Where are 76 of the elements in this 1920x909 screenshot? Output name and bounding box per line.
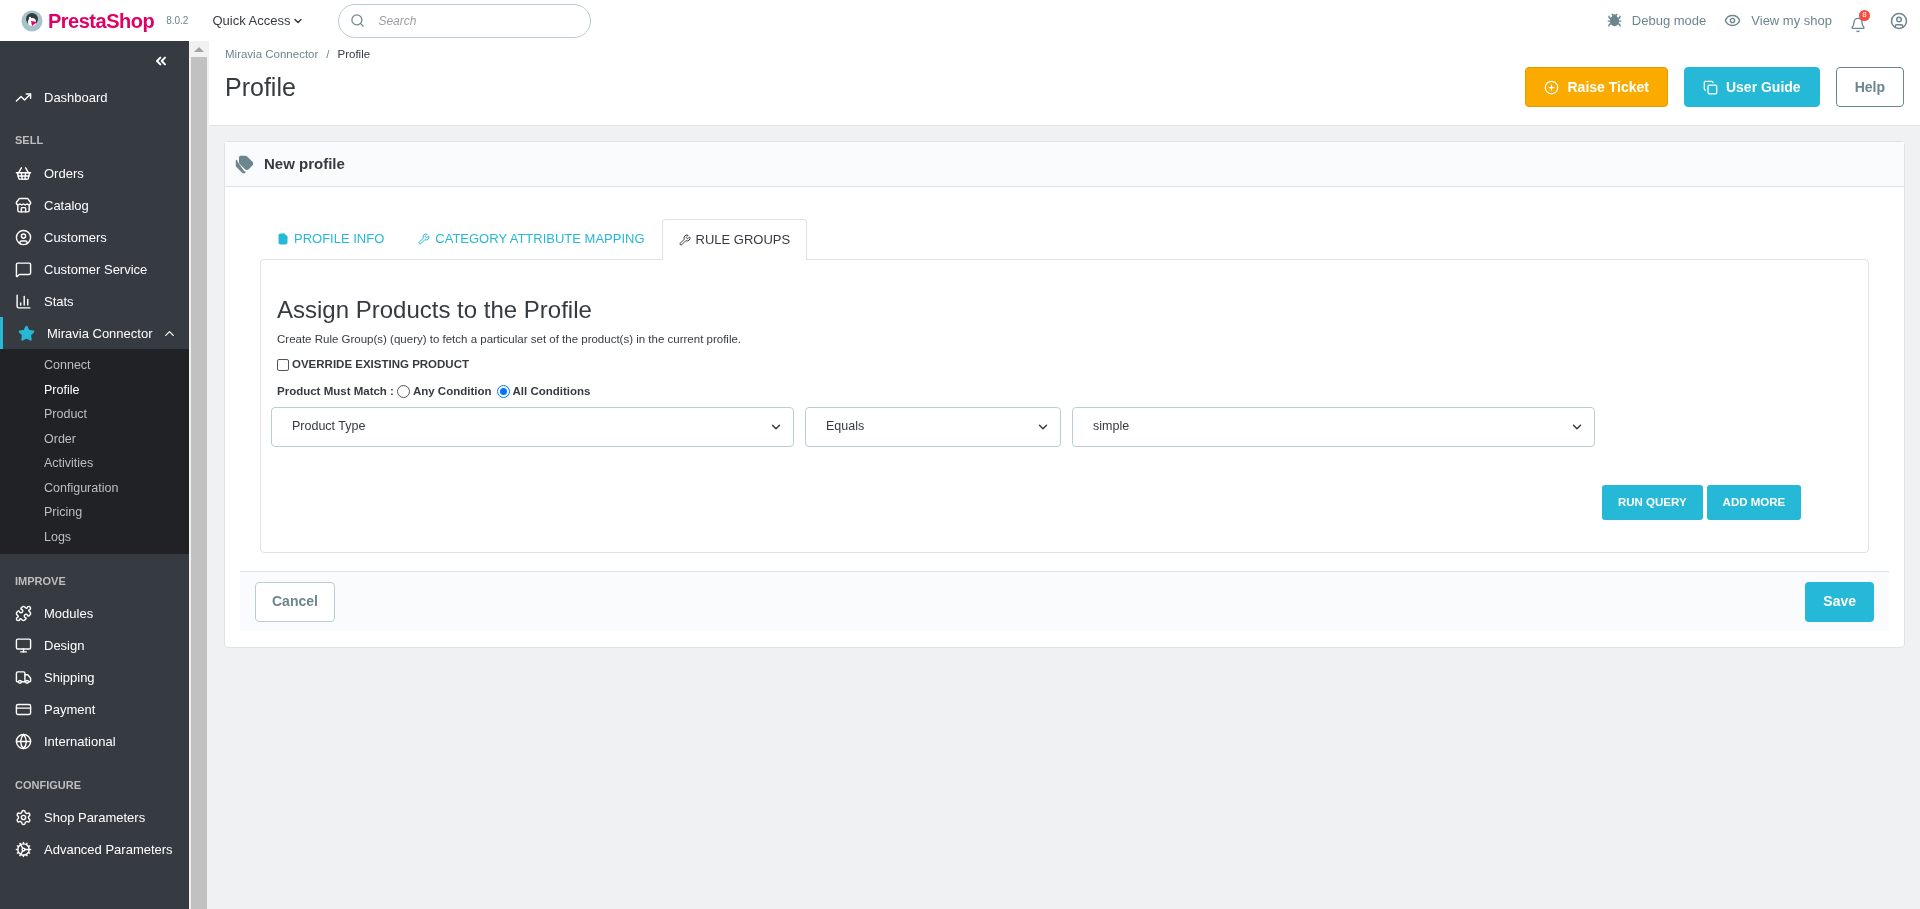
match-label: Product Must Match : [277,383,394,399]
sidebar-item[interactable]: Catalog [0,189,189,221]
sidebar-item[interactable]: Customer Service [0,253,189,285]
scrollbar-thumb[interactable] [191,57,207,909]
breadcrumb-item: Profile [337,47,371,62]
gear-icon [15,809,32,827]
override-checkbox[interactable] [277,358,289,371]
star-icon [18,324,35,342]
eye-icon [1724,12,1742,29]
sidebar-item[interactable]: Orders [0,157,189,189]
cog-icon [15,841,32,859]
checkbox-label: OVERRIDE EXISTING PRODUCT [292,357,469,373]
section-title: CONFIGURE [14,777,82,793]
user-icon [15,228,32,246]
submenu-item[interactable]: Configuration [0,475,189,501]
bell-icon [1850,16,1866,33]
bug-icon [1606,13,1622,28]
cancel-button[interactable]: Cancel [255,581,335,622]
radio-label: Any Condition [412,383,492,399]
tab[interactable]: RULE GROUPS [661,219,808,260]
sidebar-item[interactable]: Dashboard [0,81,189,113]
truck-icon [15,669,32,687]
section-title: IMPROVE [14,573,67,589]
rule-select[interactable]: Product Type [271,406,794,447]
sidebar-item[interactable]: Shop Parameters [0,801,189,834]
sidebar-item[interactable]: Stats [0,285,189,317]
submenu-item[interactable]: Profile [0,377,189,403]
header-action-button[interactable]: Help [1835,67,1904,107]
sidebar-item[interactable]: Advanced Parameters [0,833,189,866]
view-shop-link[interactable]: View my shop [1751,10,1832,31]
puffin-logo-icon [21,9,43,32]
submenu-item[interactable]: Order [0,426,189,452]
plus-circle-icon [1544,79,1560,95]
wrench-icon [418,232,431,245]
version-text: 8.0.2 [166,14,189,28]
card-title: New profile [264,153,345,174]
radio-label: All Conditions [512,383,591,399]
debug-mode-link[interactable]: Debug mode [1631,10,1707,31]
section-title: SELL [14,132,45,148]
panel-heading: Assign Products to the Profile [276,295,593,325]
copy-icon [1702,79,1718,95]
sidebar-item[interactable]: Modules [0,597,189,630]
tags-icon [235,154,254,174]
document-icon [277,232,289,245]
submenu-item[interactable]: Pricing [0,500,189,526]
logo-text: PrestaShop [48,8,155,34]
basket-icon [15,164,32,182]
rule-select[interactable]: simple [1072,406,1595,447]
breadcrumb-item[interactable]: Miravia Connector [225,46,319,64]
breadcrumb-separator: / [326,47,330,62]
search-field[interactable]: Search [338,3,592,38]
globe-icon [15,733,32,751]
notification-badge: 8 [1859,9,1870,21]
sidebar-item[interactable]: Customers [0,221,189,253]
chart-icon [15,292,32,310]
store-icon [15,196,32,214]
panel-description: Create Rule Group(s) (query) to fetch a particular set of the product(s) in the current profile. [276,332,743,347]
sidebar-item[interactable]: Payment [0,693,189,726]
rule-select[interactable]: Equals [805,406,1061,447]
submenu-item[interactable]: Product [0,402,189,427]
sidebar-item[interactable]: International [0,725,189,758]
account-icon[interactable] [1890,11,1908,30]
submenu-item[interactable]: Connect [0,353,189,378]
puzzle-icon [15,605,32,623]
sidebar-item[interactable]: Design [0,629,189,662]
page-title: Profile [225,72,297,104]
submenu-item[interactable]: Activities [0,451,189,476]
chat-icon [15,260,32,278]
submenu-item[interactable]: Logs [0,525,189,550]
quick-access-dropdown[interactable]: Quick Access [212,10,305,31]
sidebar-item[interactable]: Shipping [0,661,189,694]
search-icon [350,12,366,28]
scroll-up-icon[interactable] [194,46,204,52]
notifications-button[interactable]: 8 [1850,8,1870,33]
monitor-icon [15,637,32,655]
wrench-icon [678,234,691,246]
